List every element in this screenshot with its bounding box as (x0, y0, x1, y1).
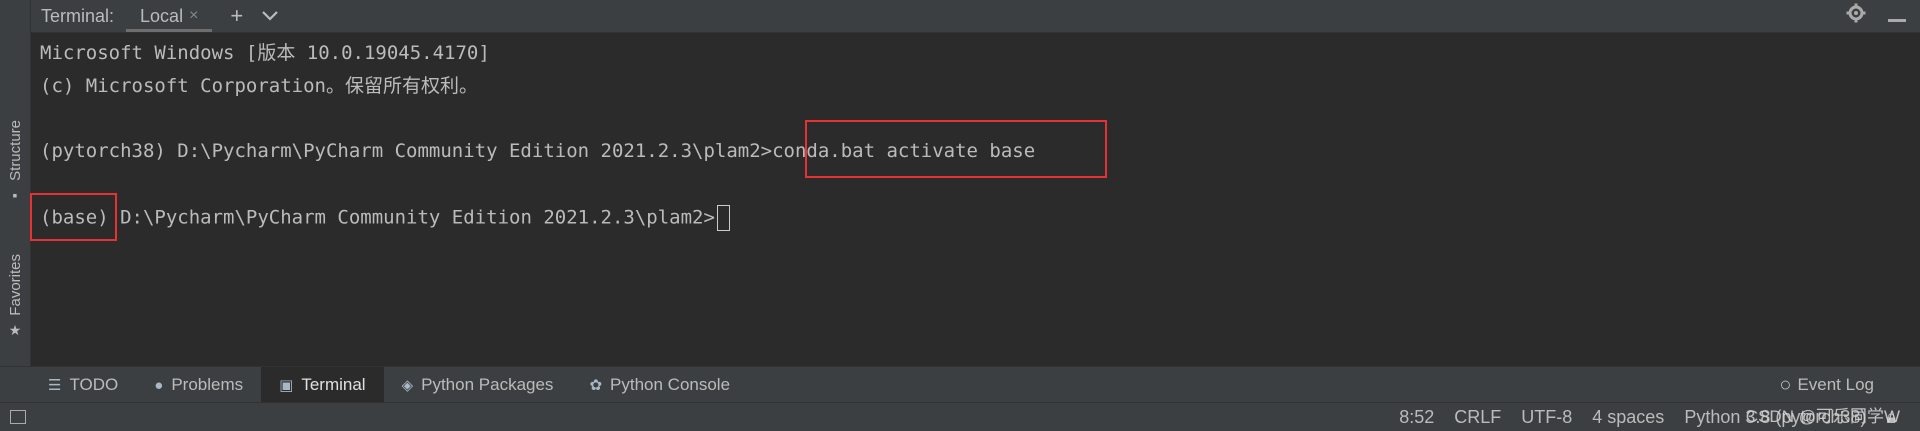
terminal-title: Terminal: (41, 5, 115, 26)
tool-problems-label: Problems (171, 375, 244, 394)
tab-local-label: Local (140, 5, 184, 26)
terminal-line: Microsoft Windows [版本 10.0.19045.4170] (40, 42, 490, 64)
tool-window-bar: ☰ TODO ● Problems ▣ Terminal ◈ Python Pa… (0, 366, 1920, 403)
event-log-button[interactable]: ○ Event Log (1779, 367, 1874, 403)
structure-tab-label: Structure (6, 120, 24, 181)
tool-todo-label: TODO (69, 375, 119, 394)
tool-problems[interactable]: ● Problems (136, 367, 261, 403)
terminal-output[interactable]: Microsoft Windows [版本 10.0.19045.4170] (… (30, 33, 1920, 366)
python-icon: ✿ (589, 377, 603, 394)
terminal-prompt-line: (base) D:\Pycharm\PyCharm Community Edit… (40, 205, 730, 231)
terminal-icon: ▣ (279, 377, 294, 394)
prompt-text: D:\Pycharm\PyCharm Community Edition 202… (108, 206, 715, 229)
tool-terminal-label: Terminal (301, 375, 366, 394)
highlight-box-env (30, 193, 117, 241)
tab-local[interactable]: Local × (126, 0, 213, 32)
structure-tab[interactable]: Structure ▪ (2, 120, 28, 203)
tool-python-packages[interactable]: ◈ Python Packages (384, 367, 572, 403)
tool-python-console-label: Python Console (610, 375, 731, 394)
tool-python-packages-label: Python Packages (421, 375, 554, 394)
header-actions (1846, 0, 1906, 32)
text-cursor (716, 205, 730, 231)
python-interpreter[interactable]: Python 3.8 (pytorch38) (1684, 407, 1866, 428)
terminal-header: Terminal: Local × + (31, 0, 1920, 33)
left-tool-strip: Structure ▪ Favorites ★ (0, 0, 31, 366)
favorites-tab-label: Favorites (6, 254, 24, 316)
list-icon: ☰ (48, 377, 62, 394)
terminal-line: (c) Microsoft Corporation。保留所有权利。 (40, 75, 478, 97)
line-separator[interactable]: CRLF (1454, 407, 1501, 428)
tool-todo[interactable]: ☰ TODO (30, 367, 136, 403)
lock-icon[interactable]: 🔒︎ (1886, 407, 1896, 428)
minimize-icon[interactable] (1888, 3, 1906, 29)
layers-icon: ◈ (401, 377, 414, 394)
status-bar-widgets: 8:52 CRLF UTF-8 4 spaces Python 3.8 (pyt… (1399, 403, 1896, 431)
chevron-down-icon[interactable] (261, 7, 279, 25)
event-log-label: Event Log (1797, 375, 1874, 394)
tool-python-console[interactable]: ✿ Python Console (571, 367, 748, 403)
status-bar: 8:52 CRLF UTF-8 4 spaces Python 3.8 (pyt… (0, 402, 1920, 431)
info-icon: ● (154, 376, 164, 394)
add-tab-icon[interactable]: + (230, 5, 243, 27)
prompt-text: (pytorch38) D:\Pycharm\PyCharm Community… (40, 140, 773, 162)
speech-bubble-icon: ○ (1779, 373, 1792, 396)
indent-setting[interactable]: 4 spaces (1592, 407, 1664, 428)
caret-position[interactable]: 8:52 (1399, 407, 1434, 428)
tool-terminal[interactable]: ▣ Terminal (261, 367, 384, 403)
highlight-box-command (805, 120, 1107, 178)
star-icon: ★ (8, 321, 22, 338)
file-encoding[interactable]: UTF-8 (1521, 407, 1572, 428)
gear-icon[interactable] (1846, 3, 1866, 29)
favorites-tab[interactable]: Favorites ★ (2, 254, 28, 339)
structure-icon: ▪ (12, 186, 18, 203)
toggle-tool-windows-icon[interactable] (10, 410, 26, 424)
close-icon[interactable]: × (189, 7, 198, 25)
